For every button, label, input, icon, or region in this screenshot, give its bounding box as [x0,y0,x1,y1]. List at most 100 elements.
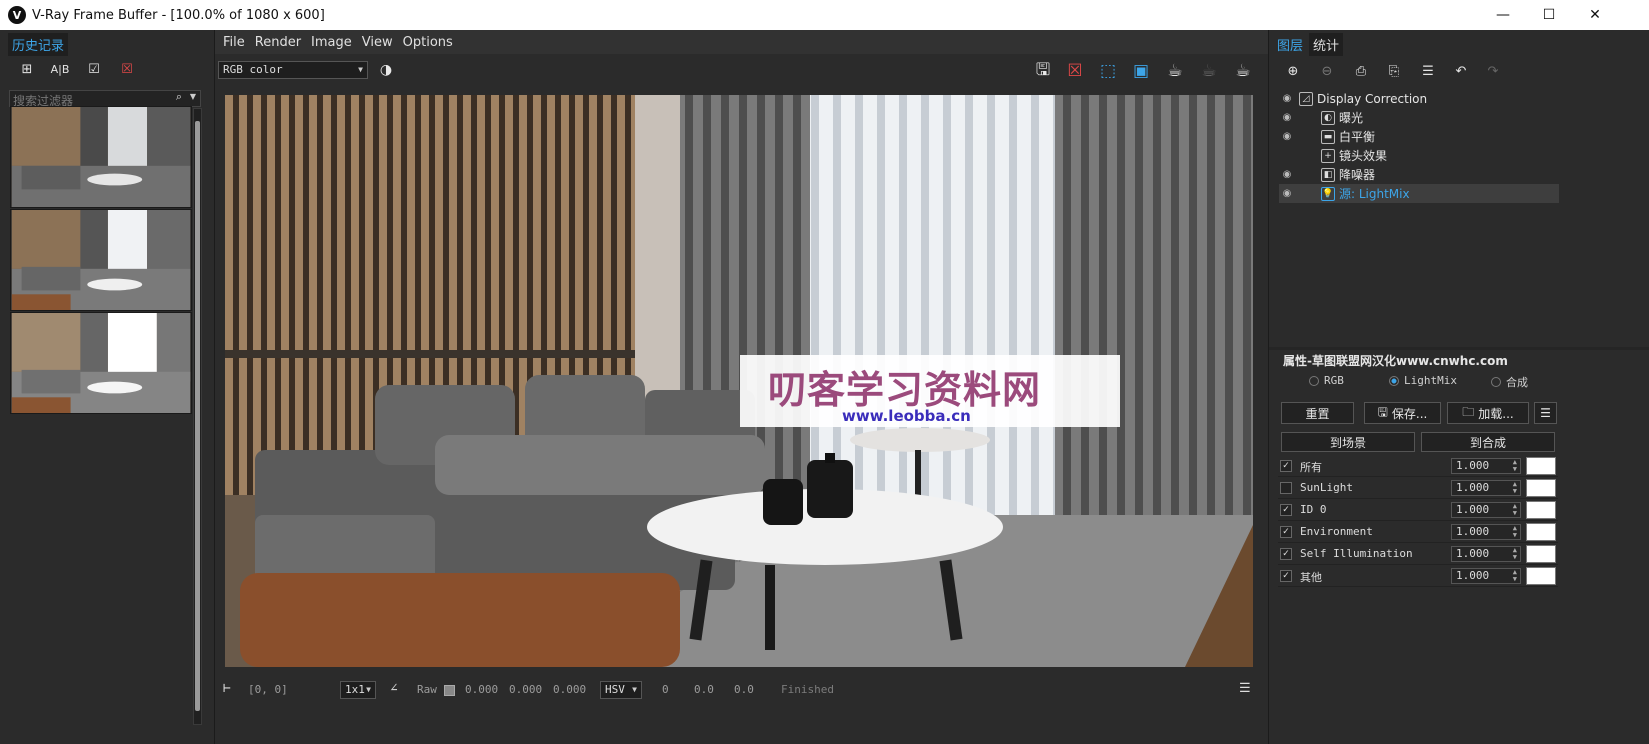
light-enable-checkbox[interactable]: ✓ [1280,504,1292,516]
layer-lens-effects[interactable]: + 镜头效果 [1279,146,1559,165]
history-thumbnail[interactable] [10,106,192,208]
menu-image[interactable]: Image [311,35,352,50]
minimize-button[interactable]: — [1480,0,1526,30]
load-layers-icon[interactable]: ⎘ [1384,61,1404,81]
menu-render[interactable]: Render [255,35,301,50]
gamma-icon[interactable]: ∠ [390,681,398,696]
layer-presets-icon[interactable]: ☰ [1418,61,1438,81]
delete-layer-icon[interactable]: ⊖ [1317,61,1337,81]
save-preset-button[interactable]: 🖫 保存... [1364,402,1441,424]
log-icon[interactable]: ☰ [1239,681,1251,696]
search-icon[interactable]: ⌕ [176,90,182,104]
light-enable-checkbox[interactable]: ✓ [1280,570,1292,582]
menu-view[interactable]: View [362,35,393,50]
channel-select[interactable]: RGB color ▼ [218,61,368,79]
close-button[interactable]: ✕ [1572,0,1618,30]
undo-icon[interactable]: ↶ [1451,61,1471,81]
visibility-eye-icon[interactable]: ◉ [1279,169,1295,180]
track-mouse-icon[interactable]: ▣ [1127,57,1155,85]
light-enable-checkbox[interactable]: ✓ [1280,548,1292,560]
light-multiplier-input[interactable]: 1.000 ▲ ▼ [1451,458,1521,474]
layer-exposure[interactable]: ◉ ◐ 曝光 [1279,108,1559,127]
watermark-title: 叨客学习资料网 [768,368,1042,412]
tab-history[interactable]: 历史记录 [8,33,69,56]
history-thumbnail[interactable] [10,209,192,311]
light-color-swatch[interactable] [1526,501,1556,519]
load-preset-button[interactable]: 🗀 加载... [1447,402,1529,424]
light-multiplier-input[interactable]: 1.000 ▲ ▼ [1451,480,1521,496]
light-enable-checkbox[interactable]: ✓ [1280,526,1292,538]
region-render-icon[interactable]: ⬚ [1094,57,1122,85]
history-thumbnail[interactable] [10,312,192,414]
menu-options[interactable]: Options [403,35,453,50]
load-history-icon[interactable]: ☑ [84,59,104,79]
spinner-icon[interactable]: ▲ ▼ [1513,481,1517,495]
color-picker-icon[interactable]: ◑ [372,56,400,84]
render-interactive-icon[interactable]: ☕ [1161,57,1189,85]
render-icon[interactable]: ☕ [1229,57,1257,85]
to-composite-button[interactable]: 到合成 [1421,432,1555,452]
lightmix-options-button[interactable]: ☰ [1534,402,1557,424]
source-radio-composite[interactable]: 合成 [1491,374,1528,390]
add-layer-icon[interactable]: ⊕ [1283,61,1303,81]
zoom-select[interactable]: 1x1 ▼ [340,681,376,699]
lightmix-row-id0[interactable]: ✓ ID 0 1.000 ▲ ▼ [1278,500,1558,521]
light-enable-checkbox[interactable]: ✓ [1280,460,1292,472]
redo-icon[interactable]: ↷ [1483,61,1503,81]
radio-button[interactable] [1491,377,1501,387]
chevron-down-icon: ▼ [632,685,637,694]
save-layers-icon[interactable]: ⎙ [1351,61,1371,81]
to-scene-button[interactable]: 到场景 [1281,432,1415,452]
light-color-swatch[interactable] [1526,457,1556,475]
lightmix-row-other[interactable]: ✓ 其他 1.000 ▲ ▼ [1278,566,1558,587]
tab-layers[interactable]: 图层 [1273,33,1307,56]
source-radio-lightmix[interactable]: LightMix [1389,374,1457,387]
visibility-eye-icon[interactable]: ◉ [1279,131,1295,142]
history-scroll-thumb[interactable] [195,121,200,711]
source-radio-rgb[interactable]: RGB [1309,374,1344,387]
render-last-icon[interactable]: ☕ [1195,57,1223,85]
radio-button[interactable] [1309,375,1319,386]
spinner-icon[interactable]: ▲ ▼ [1513,459,1517,473]
light-multiplier-input[interactable]: 1.000 ▲ ▼ [1451,546,1521,562]
light-multiplier-input[interactable]: 1.000 ▲ ▼ [1451,524,1521,540]
history-search-input[interactable]: 搜索过滤器 ⌕ ▼ [9,90,201,108]
lightmix-row-all[interactable]: ✓ 所有 1.000 ▲ ▼ [1278,456,1558,477]
radio-button-selected[interactable] [1389,375,1399,386]
ab-compare-icon[interactable]: A|B [50,59,70,79]
save-to-history-icon[interactable]: ⊞ [17,59,37,79]
light-enable-checkbox[interactable] [1280,482,1292,494]
remove-history-icon[interactable]: ☒ [117,59,137,79]
light-color-swatch[interactable] [1526,545,1556,563]
lightmix-row-self-illumination[interactable]: ✓ Self Illumination 1.000 ▲ ▼ [1278,544,1558,565]
light-color-swatch[interactable] [1526,523,1556,541]
panel-splitter[interactable] [1269,347,1649,350]
tab-stats[interactable]: 统计 [1309,33,1344,56]
color-mode-select[interactable]: HSV ▼ [600,681,642,699]
menu-file[interactable]: File [223,35,245,50]
clear-image-icon[interactable]: ☒ [1061,57,1089,85]
layer-display-correction[interactable]: ◉ ◿ Display Correction [1279,89,1559,108]
save-image-icon[interactable]: 🖫 [1029,57,1057,85]
search-dropdown-icon[interactable]: ▼ [190,92,196,101]
spinner-icon[interactable]: ▲ ▼ [1513,525,1517,539]
light-color-swatch[interactable] [1526,479,1556,497]
light-multiplier-input[interactable]: 1.000 ▲ ▼ [1451,568,1521,584]
reset-button[interactable]: 重置 [1281,402,1354,424]
light-color-swatch[interactable] [1526,567,1556,585]
maximize-button[interactable]: ☐ [1526,0,1572,30]
layer-denoiser[interactable]: ◉ ◧ 降噪器 [1279,165,1559,184]
spinner-icon[interactable]: ▲ ▼ [1513,547,1517,561]
lock-pixel-icon[interactable]: ⊢ [223,681,231,696]
layer-lightmix-source[interactable]: ◉ 💡 源: LightMix [1279,184,1559,203]
visibility-eye-icon[interactable]: ◉ [1279,93,1295,104]
layer-white-balance[interactable]: ◉ ▬ 白平衡 [1279,127,1559,146]
lightmix-row-sunlight[interactable]: SunLight 1.000 ▲ ▼ [1278,478,1558,499]
spinner-icon[interactable]: ▲ ▼ [1513,569,1517,583]
history-scrollbar[interactable] [193,108,202,725]
spinner-icon[interactable]: ▲ ▼ [1513,503,1517,517]
light-multiplier-input[interactable]: 1.000 ▲ ▼ [1451,502,1521,518]
lightmix-row-environment[interactable]: ✓ Environment 1.000 ▲ ▼ [1278,522,1558,543]
visibility-eye-icon[interactable]: ◉ [1279,112,1295,123]
visibility-eye-icon[interactable]: ◉ [1279,188,1295,199]
